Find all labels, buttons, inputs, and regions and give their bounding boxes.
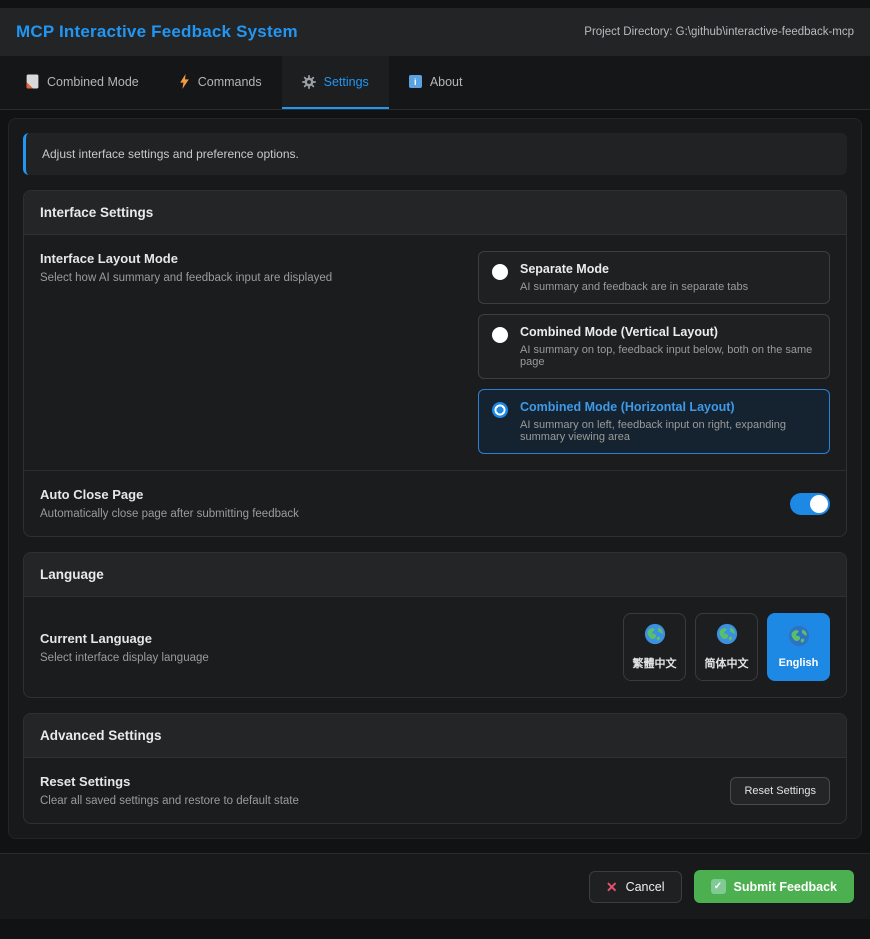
interface-settings-title: Interface Settings (24, 191, 846, 235)
footer-actions: ✕ Cancel ✓ Submit Feedback (0, 853, 870, 919)
current-language-title: Current Language (40, 631, 209, 646)
toggle-knob (810, 495, 828, 513)
interface-settings-body: Interface Layout Mode Select how AI summ… (24, 235, 846, 536)
gear-icon (302, 75, 316, 89)
option-title: Separate Mode (520, 262, 748, 276)
option-combined-horizontal[interactable]: Combined Mode (Horizontal Layout) AI sum… (478, 389, 830, 454)
tab-combined-mode[interactable]: Combined Mode (6, 56, 159, 109)
language-label: 繁體中文 (633, 655, 677, 671)
globe-icon (644, 623, 666, 648)
cancel-button[interactable]: ✕ Cancel (589, 871, 682, 903)
option-title: Combined Mode (Vertical Layout) (520, 325, 816, 339)
radio-unchecked-icon[interactable] (492, 264, 508, 280)
globe-icon (716, 623, 738, 648)
tab-settings[interactable]: Settings (282, 56, 389, 109)
auto-close-row: Auto Close Page Automatically close page… (40, 487, 830, 520)
app-title: MCP Interactive Feedback System (16, 22, 298, 42)
language-label: English (779, 657, 819, 669)
reset-settings-description: Clear all saved settings and restore to … (40, 795, 299, 807)
option-description: AI summary and feedback are in separate … (520, 281, 748, 293)
layout-mode-row: Interface Layout Mode Select how AI summ… (40, 251, 830, 454)
reset-settings-text: Reset Settings Clear all saved settings … (40, 774, 299, 807)
option-text: Combined Mode (Horizontal Layout) AI sum… (520, 400, 816, 443)
reset-settings-button[interactable]: Reset Settings (730, 777, 830, 805)
reset-settings-row: Reset Settings Clear all saved settings … (40, 774, 830, 807)
info-banner-text: Adjust interface settings and preference… (42, 147, 299, 161)
advanced-settings-body: Reset Settings Clear all saved settings … (24, 758, 846, 823)
layout-mode-options: Separate Mode AI summary and feedback ar… (478, 251, 830, 454)
cancel-label: Cancel (626, 880, 665, 894)
x-icon: ✕ (606, 880, 618, 894)
tab-bar: Combined Mode Commands Settings i About (0, 56, 870, 110)
language-card: Language Current Language Select interfa… (23, 552, 847, 698)
submit-feedback-button[interactable]: ✓ Submit Feedback (694, 870, 855, 903)
language-button-english[interactable]: English (767, 613, 830, 681)
option-separate-mode[interactable]: Separate Mode AI summary and feedback ar… (478, 251, 830, 304)
current-language-description: Select interface display language (40, 652, 209, 664)
language-button-traditional-chinese[interactable]: 繁體中文 (623, 613, 686, 681)
check-icon: ✓ (711, 879, 726, 894)
auto-close-title: Auto Close Page (40, 487, 299, 502)
document-icon (26, 74, 39, 89)
language-button-simplified-chinese[interactable]: 简体中文 (695, 613, 758, 681)
reset-settings-title: Reset Settings (40, 774, 299, 789)
layout-mode-title: Interface Layout Mode (40, 251, 332, 266)
radio-checked-icon[interactable] (492, 402, 508, 418)
option-description: AI summary on left, feedback input on ri… (520, 419, 816, 443)
tab-commands[interactable]: Commands (159, 56, 282, 109)
option-description: AI summary on top, feedback input below,… (520, 344, 816, 368)
language-body: Current Language Select interface displa… (24, 597, 846, 697)
lightning-icon (179, 74, 190, 89)
current-language-row: Current Language Select interface displa… (40, 613, 830, 681)
option-combined-vertical[interactable]: Combined Mode (Vertical Layout) AI summa… (478, 314, 830, 379)
info-banner: Adjust interface settings and preference… (23, 133, 847, 175)
language-label: 简体中文 (705, 655, 749, 671)
tab-label: Settings (324, 75, 369, 89)
radio-unchecked-icon[interactable] (492, 327, 508, 343)
auto-close-text: Auto Close Page Automatically close page… (40, 487, 299, 520)
tab-label: About (430, 75, 463, 89)
advanced-settings-card: Advanced Settings Reset Settings Clear a… (23, 713, 847, 824)
divider (24, 470, 846, 471)
current-language-text: Current Language Select interface displa… (40, 631, 209, 664)
app-header: MCP Interactive Feedback System Project … (0, 8, 870, 56)
layout-mode-description: Select how AI summary and feedback input… (40, 272, 332, 284)
option-title: Combined Mode (Horizontal Layout) (520, 400, 816, 414)
tab-about[interactable]: i About (389, 56, 483, 109)
option-text: Separate Mode AI summary and feedback ar… (520, 262, 748, 293)
interface-settings-card: Interface Settings Interface Layout Mode… (23, 190, 847, 537)
advanced-settings-title: Advanced Settings (24, 714, 846, 758)
globe-icon (788, 625, 810, 650)
tab-label: Combined Mode (47, 75, 139, 89)
project-directory-label: Project Directory: G:\github\interactive… (584, 26, 854, 38)
settings-panel: Adjust interface settings and preference… (8, 118, 862, 839)
language-options: 繁體中文 简体中文 English (623, 613, 830, 681)
auto-close-description: Automatically close page after submittin… (40, 508, 299, 520)
tab-label: Commands (198, 75, 262, 89)
submit-label: Submit Feedback (734, 880, 838, 894)
info-icon: i (409, 75, 422, 88)
option-text: Combined Mode (Vertical Layout) AI summa… (520, 325, 816, 368)
auto-close-toggle[interactable] (790, 493, 830, 515)
language-title: Language (24, 553, 846, 597)
layout-mode-text: Interface Layout Mode Select how AI summ… (40, 251, 332, 454)
